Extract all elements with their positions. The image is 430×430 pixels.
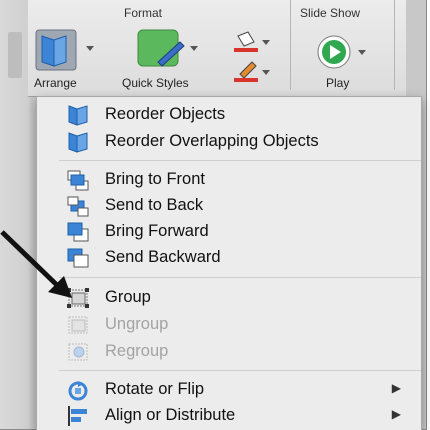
menu-item-label: Send to Back [105, 196, 204, 214]
menu-item-label: Rotate or Flip [105, 380, 205, 398]
menu-separator [59, 370, 421, 371]
line-pencil-icon [234, 61, 270, 82]
quick-styles-button[interactable] [132, 26, 202, 72]
menu-item-regroup[interactable]: Regroup [37, 338, 421, 364]
menu-item-ungroup[interactable]: Ungroup [37, 311, 421, 337]
menu-item-label: Group [105, 288, 151, 306]
play-icon [317, 35, 366, 69]
submenu-arrow-icon: ▶ [391, 381, 401, 395]
play-button[interactable] [312, 32, 374, 72]
ungroup-icon [68, 316, 88, 334]
menu-item-align-or-distribute[interactable]: Align or Distribute ▶ [37, 402, 421, 428]
menu-item-label: Reorder Overlapping Objects [105, 132, 319, 150]
menu-item-label: Reorder Objects [105, 105, 226, 123]
menu-separator [59, 277, 421, 278]
ribbon-separator [290, 0, 291, 90]
app-window: Format Slide Show Arrange Quick Styles P… [0, 0, 427, 430]
menu-item-label: Bring to Front [105, 170, 205, 188]
regroup-icon [68, 343, 88, 361]
play-label: Play [326, 76, 350, 90]
align-icon [68, 406, 87, 426]
ribbon-separator [394, 0, 395, 90]
menu-separator [59, 160, 421, 161]
menu-item-label: Ungroup [105, 315, 169, 333]
menu-item-label: Align or Distribute [105, 406, 236, 424]
submenu-arrow-icon: ▶ [391, 407, 401, 421]
slideshow-group-title: Slide Show [300, 6, 361, 20]
fill-bucket-icon [234, 31, 270, 52]
line-color-button[interactable] [228, 60, 276, 86]
menu-item-label: Send Backward [105, 248, 221, 266]
quick-styles-label: Quick Styles [122, 76, 189, 90]
quick-styles-icon [137, 29, 198, 67]
format-group-title: Format [124, 6, 163, 20]
fill-color-button[interactable] [228, 30, 276, 56]
rotate-icon [68, 381, 88, 401]
menu-item-label: Regroup [105, 342, 169, 360]
menu-item-rotate-or-flip[interactable]: Rotate or Flip ▶ [37, 376, 421, 402]
annotation-arrow [0, 230, 72, 298]
menu-item-label: Bring Forward [105, 222, 209, 240]
